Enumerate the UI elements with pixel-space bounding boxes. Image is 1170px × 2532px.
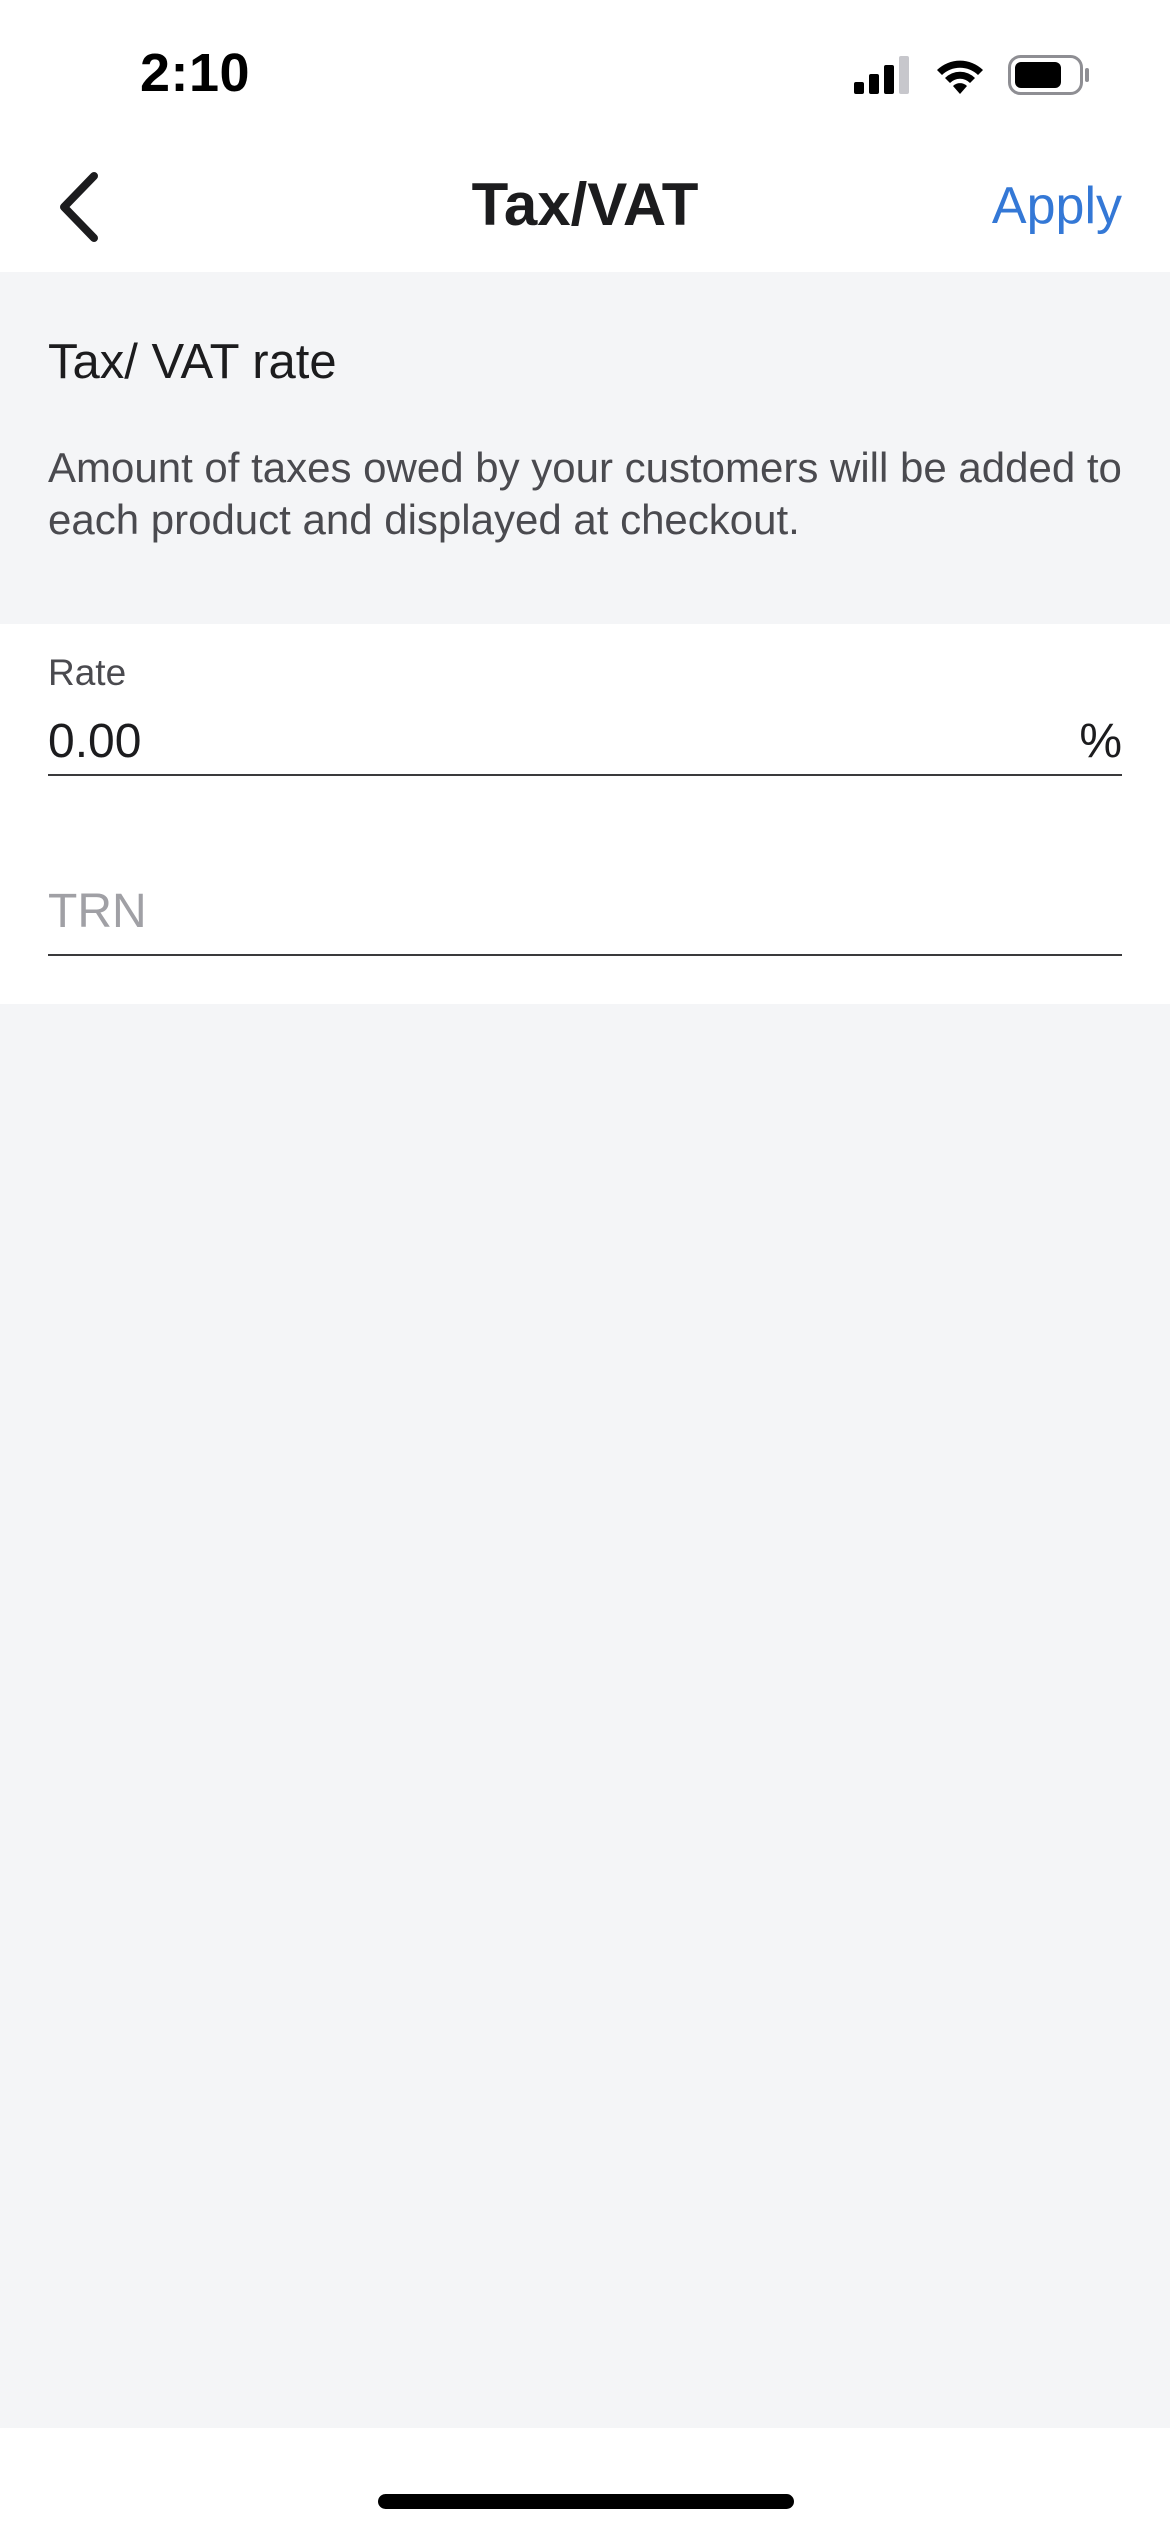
status-time: 2:10 [140, 43, 251, 103]
status-icons [854, 52, 1090, 102]
rate-field[interactable]: Rate 0.00 % [48, 652, 1122, 776]
trn-input[interactable]: TRN [48, 884, 147, 939]
rate-label: Rate [48, 652, 127, 693]
section-description: Amount of taxes owed by your customers w… [48, 444, 1122, 543]
home-indicator[interactable] [378, 2494, 794, 2509]
trn-field[interactable]: TRN [48, 874, 1122, 956]
chevron-left-icon [54, 170, 104, 249]
battery-icon [1008, 54, 1090, 100]
navigation-bar: Tax/VAT Apply [0, 150, 1170, 272]
signal-icon [854, 55, 912, 99]
rate-input[interactable]: 0.00 [48, 714, 141, 769]
wifi-icon [934, 56, 986, 99]
status-bar: 2:10 [0, 0, 1170, 150]
empty-content-area [0, 1004, 1170, 2428]
home-indicator-area [0, 2428, 1170, 2532]
tax-form: Rate 0.00 % TRN [0, 624, 1170, 1004]
info-section: Tax/ VAT rate Amount of taxes owed by yo… [0, 272, 1170, 624]
section-heading: Tax/ VAT rate [48, 335, 337, 389]
percent-suffix: % [1079, 715, 1122, 768]
apply-button[interactable]: Apply [992, 176, 1122, 236]
back-button[interactable] [34, 164, 124, 254]
